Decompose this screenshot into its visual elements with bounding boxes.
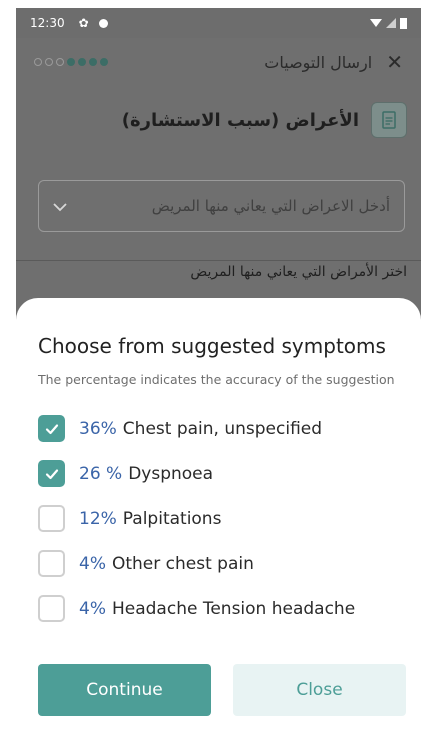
phone-screen: 12:30 ✿ ارسال التوصيات ✕ الأعراض (سبب ال… bbox=[16, 8, 421, 738]
symptom-percent: 26 % bbox=[79, 463, 123, 484]
status-bar: 12:30 ✿ bbox=[16, 8, 421, 38]
step-dot bbox=[34, 58, 42, 66]
sheet-subtitle: The percentage indicates the accuracy of… bbox=[38, 372, 395, 387]
symptom-percent: 36% bbox=[79, 418, 117, 439]
symptom-label: Headache Tension headache bbox=[111, 598, 356, 619]
symptom-percent: 4% bbox=[79, 598, 106, 619]
symptom-options-list: 36% Chest pain, unspecified 26 % Dyspnoea 12… bbox=[38, 406, 408, 631]
symptom-option[interactable]: 4% Headache Tension headache bbox=[38, 586, 408, 631]
divider bbox=[16, 260, 421, 261]
wifi-icon bbox=[370, 19, 382, 27]
continue-button[interactable]: Continue bbox=[38, 664, 211, 716]
sheet-title: Choose from suggested symptoms bbox=[38, 334, 386, 358]
symptom-select-field[interactable]: أدخل الاعراض التي يعاني منها المريض bbox=[38, 180, 405, 232]
app-top-bar: ارسال التوصيات ✕ bbox=[16, 38, 421, 86]
step-dot-completed bbox=[67, 58, 75, 66]
close-button[interactable]: Close bbox=[233, 664, 406, 716]
symptom-option[interactable]: 12% Palpitations bbox=[38, 496, 408, 541]
symptom-checkbox[interactable] bbox=[38, 550, 65, 577]
choose-symptoms-label: اختر الأمراض التي يعاني منها المريض bbox=[190, 264, 407, 280]
page-title: ارسال التوصيات bbox=[264, 52, 373, 72]
symptoms-section-header: الأعراض (سبب الاستشارة) bbox=[16, 100, 421, 140]
step-dot bbox=[56, 58, 64, 66]
status-time: 12:30 bbox=[30, 16, 65, 30]
section-title: الأعراض (سبب الاستشارة) bbox=[121, 109, 359, 131]
sheet-actions: Continue Close bbox=[38, 664, 406, 716]
symptom-label: Dyspnoea bbox=[128, 463, 214, 484]
step-dot-completed bbox=[89, 58, 97, 66]
step-dot bbox=[45, 58, 53, 66]
symptom-checkbox[interactable] bbox=[38, 460, 65, 487]
signal-icon bbox=[386, 18, 396, 28]
symptom-percent: 12% bbox=[79, 508, 117, 529]
symptom-option[interactable]: 36% Chest pain, unspecified bbox=[38, 406, 408, 451]
step-dot-completed bbox=[100, 58, 108, 66]
progress-stepper bbox=[34, 58, 108, 66]
suggested-symptoms-sheet: Choose from suggested symptoms The perce… bbox=[16, 298, 421, 738]
symptom-checkbox[interactable] bbox=[38, 595, 65, 622]
notification-status-icon bbox=[98, 18, 108, 28]
symptom-percent: 4% bbox=[79, 553, 106, 574]
check-icon bbox=[45, 423, 58, 434]
chevron-down-icon bbox=[53, 197, 67, 216]
symptom-label: Chest pain, unspecified bbox=[122, 418, 323, 439]
close-icon[interactable]: ✕ bbox=[386, 52, 403, 72]
document-icon bbox=[371, 102, 407, 138]
symptom-select-placeholder: أدخل الاعراض التي يعاني منها المريض bbox=[151, 197, 390, 215]
battery-icon bbox=[400, 18, 407, 29]
step-dot-completed bbox=[78, 58, 86, 66]
symptom-checkbox[interactable] bbox=[38, 505, 65, 532]
symptom-checkbox[interactable] bbox=[38, 415, 65, 442]
symptom-label: Other chest pain bbox=[111, 553, 254, 574]
symptom-label: Palpitations bbox=[122, 508, 222, 529]
check-icon bbox=[45, 468, 58, 479]
symptom-option[interactable]: 26 % Dyspnoea bbox=[38, 451, 408, 496]
settings-status-icon: ✿ bbox=[78, 16, 89, 30]
symptom-option[interactable]: 4% Other chest pain bbox=[38, 541, 408, 586]
